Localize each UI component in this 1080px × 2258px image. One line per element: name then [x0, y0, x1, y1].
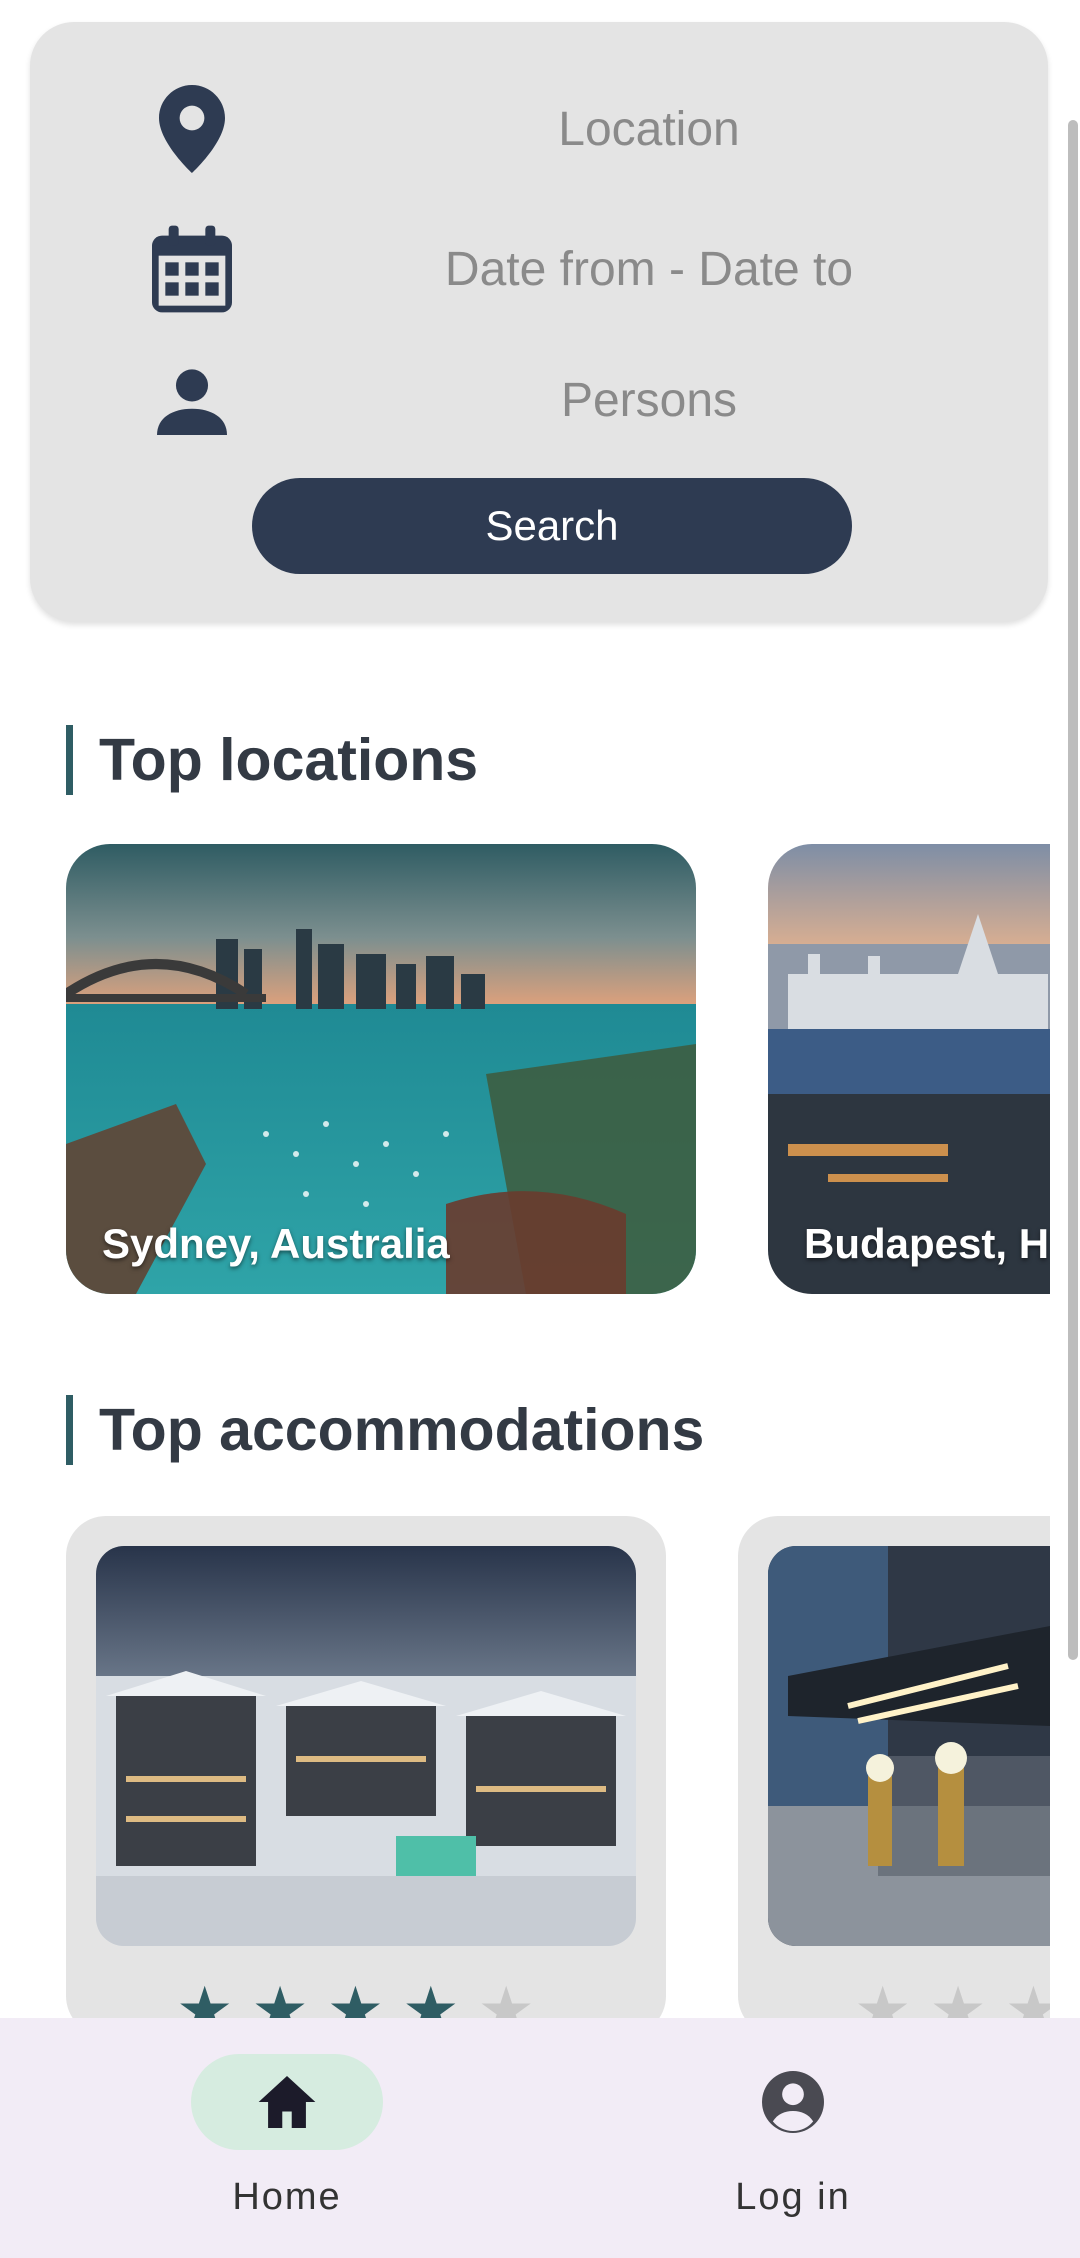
date-field[interactable]: Date from - Date to — [30, 214, 1048, 324]
search-button[interactable]: Search — [252, 478, 852, 574]
accommodation-card[interactable]: ★ ★ ★ ★ ★ — [66, 1516, 666, 2036]
nav-active-indicator — [191, 2054, 383, 2150]
calendar-icon — [142, 214, 242, 324]
location-field[interactable]: Location — [30, 74, 1048, 184]
nav-label-home: Home — [232, 2176, 342, 2218]
nav-item-home[interactable]: Home — [137, 2054, 437, 2234]
nav-item-login[interactable]: Log in — [643, 2054, 943, 2234]
location-name: Sydney, Australia — [102, 1220, 450, 1267]
nav-label-login: Log in — [735, 2176, 851, 2218]
search-card: Location Date from - Date to Persons Sea… — [30, 22, 1048, 622]
nav-inactive-indicator — [697, 2054, 889, 2150]
location-name: Budapest, H — [804, 1220, 1050, 1267]
bottom-navigation: Home Log in — [0, 2018, 1080, 2258]
top-accommodations-heading: Top accommodations — [66, 1395, 704, 1465]
hotel-photo — [768, 1546, 1050, 1946]
hotel-photo — [96, 1546, 636, 1946]
top-locations-heading: Top locations — [66, 725, 478, 795]
person-icon — [142, 345, 242, 455]
accommodation-card[interactable]: ★ ★ ★ — [738, 1516, 1050, 2036]
location-pin-icon — [142, 74, 242, 184]
home-icon — [258, 2076, 316, 2128]
location-card-sydney[interactable]: Sydney, Australia — [66, 844, 696, 1294]
persons-field[interactable]: Persons — [30, 345, 1048, 455]
persons-input[interactable]: Persons — [330, 345, 968, 455]
account-circle-icon — [762, 2071, 824, 2133]
page-scrollbar[interactable] — [1068, 120, 1078, 1660]
location-input[interactable]: Location — [330, 74, 968, 184]
location-card-budapest[interactable]: Budapest, H — [768, 844, 1050, 1294]
date-range-input[interactable]: Date from - Date to — [330, 214, 968, 324]
